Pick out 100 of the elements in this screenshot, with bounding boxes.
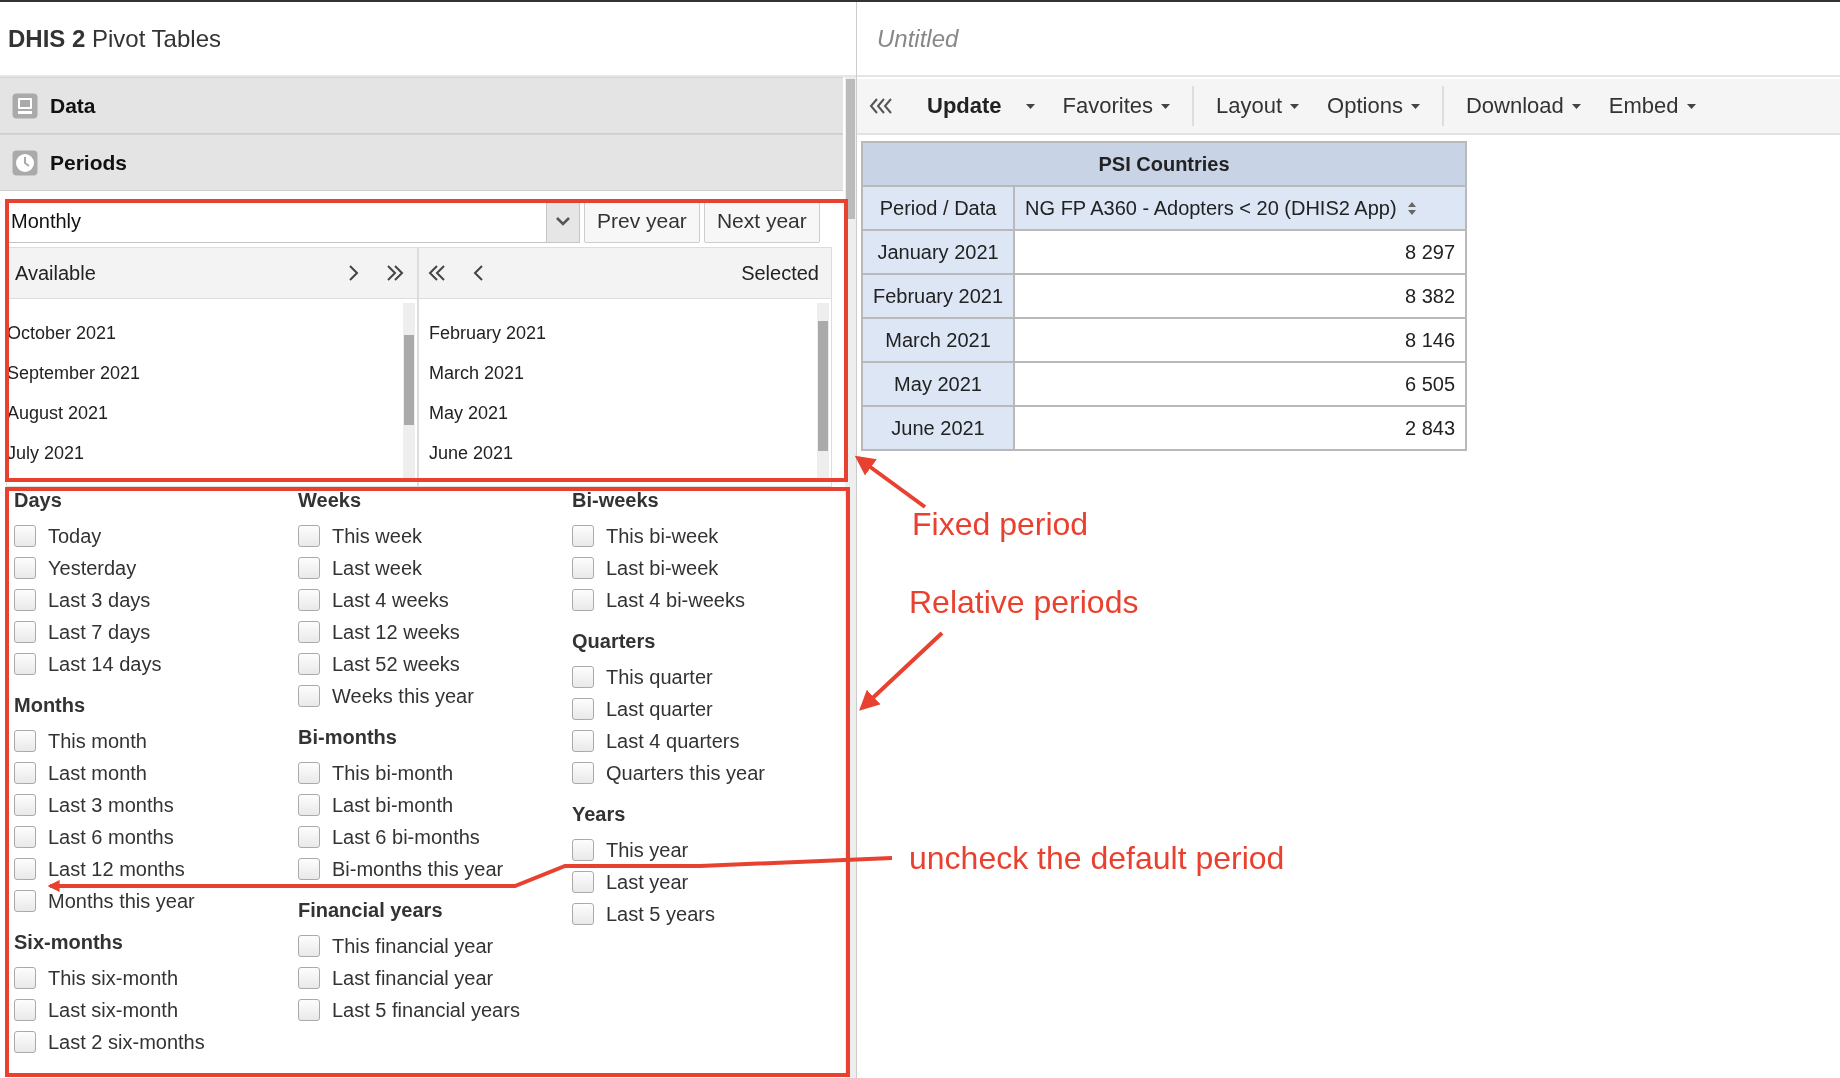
row-header: February 2021 (862, 274, 1015, 318)
checkbox[interactable] (298, 621, 320, 643)
period-list-item[interactable]: September 2021 (7, 363, 401, 384)
checkbox-label: Last 14 days (48, 652, 162, 676)
caret-icon (1571, 103, 1581, 109)
collapse-icon[interactable] (869, 98, 893, 114)
double-chevron-left-icon[interactable] (427, 264, 447, 282)
checkbox-label: Yesterday (48, 556, 137, 580)
update-button[interactable]: Update (903, 93, 1047, 119)
checkbox[interactable] (14, 762, 36, 784)
checkbox-label: Last quarter (606, 697, 713, 721)
checkbox-label: This bi-month (332, 761, 454, 785)
period-list-item[interactable]: May 2021 (429, 403, 815, 424)
menu-button[interactable]: Download (1453, 93, 1593, 119)
checkbox[interactable] (572, 903, 594, 925)
checkbox[interactable] (298, 999, 320, 1021)
checkbox[interactable] (14, 730, 36, 752)
checkbox[interactable] (298, 589, 320, 611)
checkbox[interactable] (572, 762, 594, 784)
checkbox[interactable] (298, 525, 320, 547)
checkbox[interactable] (14, 858, 36, 880)
checkbox-label: Last 5 financial years (332, 998, 520, 1022)
checkbox-label: Last 4 bi-weeks (606, 588, 745, 612)
checkbox-label: Last 5 years (606, 902, 715, 926)
group-heading: Months (14, 694, 87, 718)
double-chevron-right-icon[interactable] (385, 264, 405, 282)
checkbox-label: Last bi-week (606, 556, 719, 580)
checkbox[interactable] (14, 1031, 36, 1053)
checkbox[interactable] (14, 557, 36, 579)
caret-icon (1161, 103, 1171, 109)
checkbox[interactable] (298, 935, 320, 957)
checkbox[interactable] (14, 794, 36, 816)
checkbox[interactable] (572, 730, 594, 752)
scrollbar[interactable] (845, 77, 856, 1078)
checkbox[interactable] (572, 839, 594, 861)
menu-button[interactable]: Options (1315, 93, 1432, 119)
table-cell: 2 843 (1014, 406, 1467, 450)
period-list-item[interactable]: February 2021 (429, 323, 815, 344)
checkbox[interactable] (14, 826, 36, 848)
checkbox[interactable] (14, 589, 36, 611)
checkbox-label: Last year (606, 870, 689, 894)
table-title: PSI Countries (862, 142, 1467, 186)
checkbox[interactable] (298, 762, 320, 784)
checkbox-label: This financial year (332, 934, 494, 958)
checkbox[interactable] (14, 621, 36, 643)
checkbox[interactable] (298, 685, 320, 707)
group-heading: Bi-weeks (572, 489, 660, 513)
checkbox-label: Last 3 months (48, 793, 174, 817)
caret-icon (1025, 103, 1035, 109)
checkbox[interactable] (572, 666, 594, 688)
checkbox[interactable] (572, 525, 594, 547)
checkbox[interactable] (298, 967, 320, 989)
row-header: May 2021 (862, 362, 1015, 406)
checkbox[interactable] (298, 858, 320, 880)
period-list-item[interactable]: October 2021 (7, 323, 401, 344)
annotation-text: Relative periods (909, 586, 1139, 618)
report-title: Untitled (877, 24, 959, 53)
accordion-header[interactable]: Periods (0, 134, 843, 191)
period-list-item[interactable]: July 2021 (7, 443, 401, 464)
checkbox[interactable] (572, 589, 594, 611)
checkbox[interactable] (14, 890, 36, 912)
checkbox[interactable] (298, 794, 320, 816)
caret-icon (1686, 103, 1696, 109)
checkbox-label: Last month (48, 761, 147, 785)
group-heading: Days (14, 489, 63, 513)
checkbox-label: Last week (332, 556, 423, 580)
list-title: Available (15, 261, 96, 285)
group-heading: Financial years (298, 899, 444, 923)
checkbox-label: Last 4 quarters (606, 729, 740, 753)
checkbox[interactable] (572, 698, 594, 720)
table-cell: 8 382 (1014, 274, 1467, 318)
menu-button[interactable]: Layout (1204, 93, 1312, 119)
checkbox[interactable] (14, 525, 36, 547)
checkbox[interactable] (14, 967, 36, 989)
accordion-header[interactable]: Data (0, 77, 843, 134)
column-header[interactable]: NG FP A360 - Adopters < 20 (DHIS2 App) (1014, 186, 1467, 230)
checkbox-label: Last 2 six-months (48, 1030, 205, 1054)
checkbox[interactable] (14, 653, 36, 675)
checkbox-label: Last 12 weeks (332, 620, 460, 644)
period-list-item[interactable]: March 2021 (429, 363, 815, 384)
menu-button[interactable]: Favorites (1050, 93, 1183, 119)
checkbox[interactable] (572, 871, 594, 893)
checkbox[interactable] (298, 653, 320, 675)
period-list-item[interactable]: August 2021 (7, 403, 401, 424)
table-header: Period / Data (862, 186, 1015, 230)
group-heading: Bi-months (298, 726, 398, 750)
checkbox-label: This week (332, 524, 423, 548)
period-list-item[interactable]: June 2021 (429, 443, 815, 464)
checkbox-label: Last 7 days (48, 620, 151, 644)
checkbox-label: Last six-month (48, 998, 179, 1022)
checkbox[interactable] (298, 826, 320, 848)
checkbox[interactable] (298, 557, 320, 579)
table-cell: 8 146 (1014, 318, 1467, 362)
checkbox[interactable] (14, 999, 36, 1021)
group-heading: Years (572, 803, 627, 827)
table-cell: 6 505 (1014, 362, 1467, 406)
checkbox[interactable] (572, 557, 594, 579)
app-title: DHIS 2 Pivot Tables (8, 24, 221, 53)
row-header: March 2021 (862, 318, 1015, 362)
menu-button[interactable]: Embed (1596, 93, 1708, 119)
